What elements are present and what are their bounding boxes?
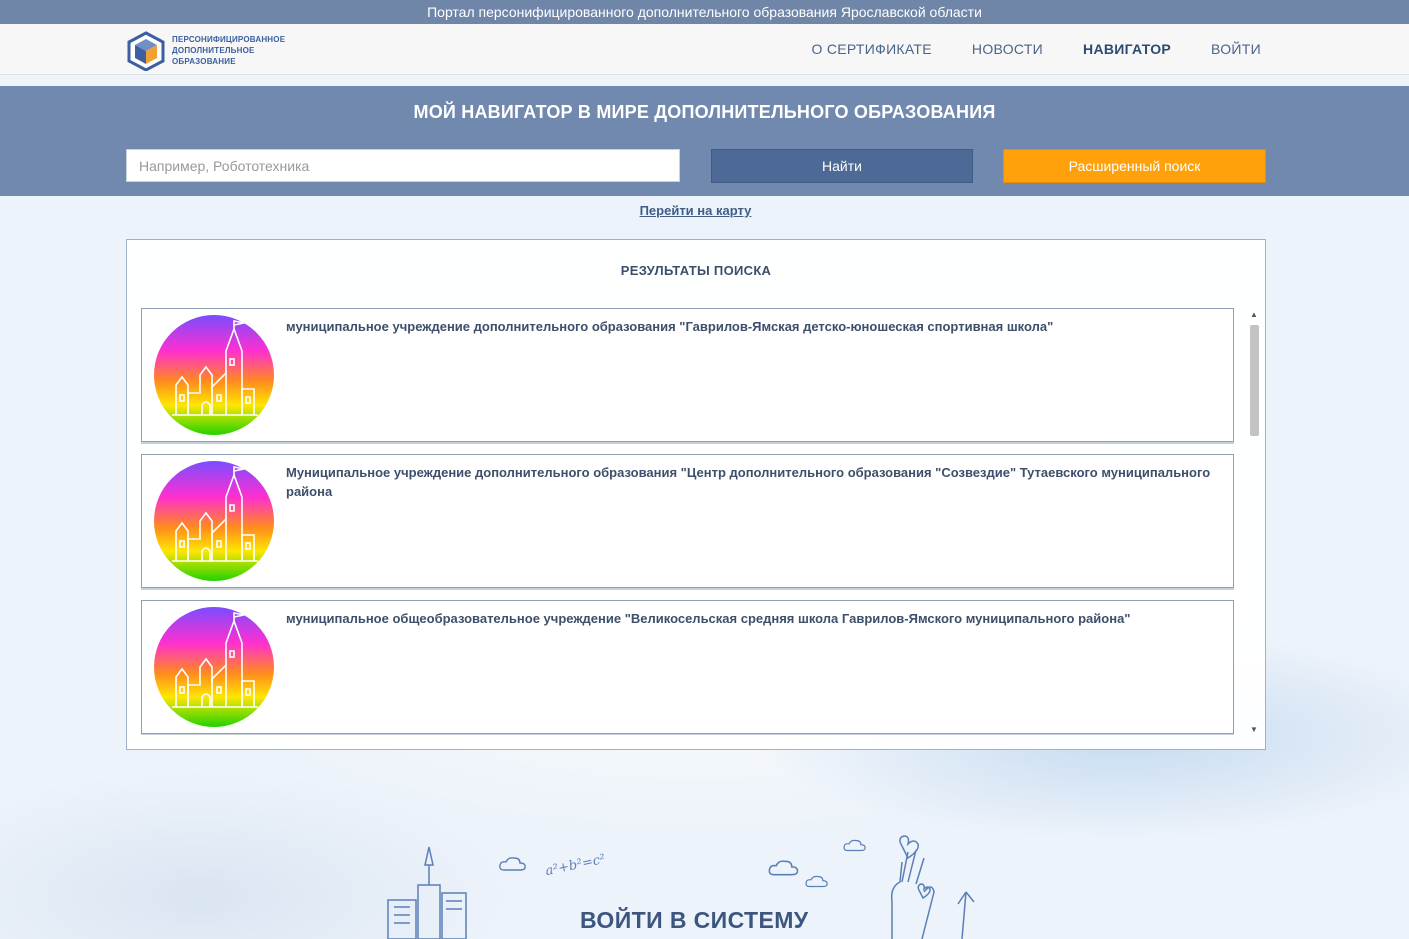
cloud-icon (768, 860, 799, 876)
portal-topbar: Портал персонифицированного дополнительн… (0, 0, 1409, 24)
results-title: РЕЗУЛЬТАТЫ ПОИСКА (620, 263, 772, 278)
results-scrollbar[interactable]: ▲ ▼ (1248, 308, 1260, 736)
hero-search-section: МОЙ НАВИГАТОР В МИРЕ ДОПОЛНИТЕЛЬНОГО ОБР… (0, 86, 1409, 196)
scroll-thumb[interactable] (1250, 325, 1259, 436)
cloud-icon (499, 857, 526, 871)
find-button[interactable]: Найти (711, 149, 973, 183)
login-section-title: ВОЙТИ В СИСТЕМУ (580, 907, 809, 933)
search-input[interactable] (126, 149, 680, 182)
castle-logo-icon (154, 461, 274, 581)
hands-hearts-doodle-icon (890, 835, 975, 939)
cloud-icon (805, 875, 828, 888)
result-title[interactable]: Муниципальное учреждение дополнительного… (286, 463, 1216, 501)
results-list[interactable]: муниципальное учреждение дополнительного… (141, 308, 1235, 735)
hero-title: МОЙ НАВИГАТОР В МИРЕ ДОПОЛНИТЕЛЬНОГО ОБР… (413, 102, 996, 122)
nav-certificate[interactable]: О СЕРТИФИКАТЕ (811, 41, 931, 57)
logo-text: ПЕРСОНИФИЦИРОВАННОЕ ДОПОЛНИТЕЛЬНОЕ ОБРАЗ… (172, 34, 285, 67)
scroll-down-icon[interactable]: ▼ (1250, 725, 1258, 734)
castle-logo-icon (154, 315, 274, 435)
logo-line: ОБРАЗОВАНИЕ (172, 57, 236, 66)
logo-cube-icon (127, 31, 165, 71)
city-doodle-icon (387, 846, 467, 939)
castle-logo-icon (154, 607, 274, 727)
cloud-icon (843, 839, 866, 852)
result-card[interactable]: муниципальное общеобразовательное учрежд… (141, 600, 1234, 735)
nav-news[interactable]: НОВОСТИ (972, 41, 1043, 57)
result-card[interactable]: Муниципальное учреждение дополнительного… (141, 454, 1234, 590)
advanced-search-button[interactable]: Расширенный поиск (1003, 149, 1266, 183)
result-card[interactable]: муниципальное учреждение дополнительного… (141, 308, 1234, 444)
result-title[interactable]: муниципальное учреждение дополнительного… (286, 317, 1216, 336)
nav-navigator[interactable]: НАВИГАТОР (1083, 41, 1171, 57)
search-results-panel: РЕЗУЛЬТАТЫ ПОИСКА муниципальное учрежден… (126, 239, 1266, 750)
logo-line: ДОПОЛНИТЕЛЬНОЕ (172, 46, 255, 55)
scroll-up-icon[interactable]: ▲ (1250, 310, 1258, 319)
main-nav: О СЕРТИФИКАТЕ НОВОСТИ НАВИГАТОР ВОЙТИ (811, 24, 1261, 74)
map-link[interactable]: Перейти на карту (0, 203, 1391, 218)
logo-line: ПЕРСОНИФИЦИРОВАННОЕ (172, 35, 286, 44)
site-logo[interactable]: ПЕРСОНИФИЦИРОВАННОЕ ДОПОЛНИТЕЛЬНОЕ ОБРАЗ… (126, 31, 298, 71)
nav-login[interactable]: ВОЙТИ (1211, 41, 1261, 57)
result-title[interactable]: муниципальное общеобразовательное учрежд… (286, 609, 1216, 628)
